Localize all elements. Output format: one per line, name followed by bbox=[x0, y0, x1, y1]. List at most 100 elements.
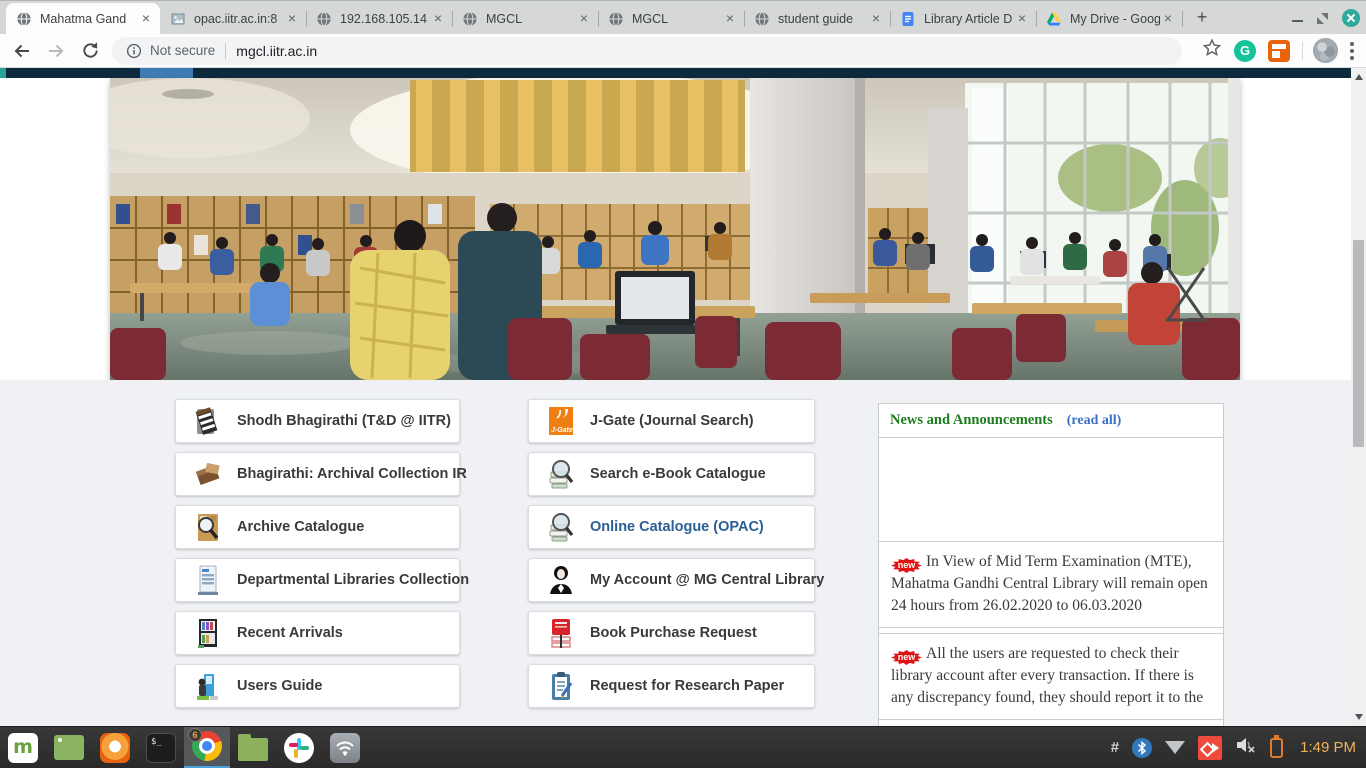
svg-text:J-Gate: J-Gate bbox=[551, 427, 573, 434]
news-read-all-link[interactable]: (read all) bbox=[1067, 413, 1122, 429]
tab-close-icon[interactable] bbox=[1014, 11, 1030, 27]
file-manager-launcher[interactable] bbox=[230, 727, 276, 768]
window-maximize-button[interactable] bbox=[1317, 13, 1328, 24]
link-shodh-bhagirathi[interactable]: Shodh Bhagirathi (T&D @ IITR) bbox=[175, 399, 460, 443]
news-marquee-gap bbox=[879, 438, 1223, 541]
window-controls bbox=[1292, 1, 1360, 35]
terminal-icon: $_ bbox=[146, 733, 176, 763]
tab-student-guide[interactable]: student guide bbox=[744, 3, 890, 34]
tab-close-icon[interactable] bbox=[722, 11, 738, 27]
tab-opac[interactable]: opac.iitr.ac.in:8 bbox=[160, 3, 306, 34]
tab-mgcl-home[interactable]: Mahatma Gand bbox=[6, 3, 160, 34]
url-text: mgcl.iitr.ac.in bbox=[236, 43, 317, 59]
quicklink-label: My Account @ MG Central Library bbox=[590, 572, 824, 588]
link-recent-arrivals[interactable]: Recent Arrivals bbox=[175, 611, 460, 655]
folder-icon bbox=[238, 738, 268, 761]
anydesk-icon[interactable] bbox=[1198, 736, 1222, 760]
quicklink-label: Shodh Bhagirathi (T&D @ IITR) bbox=[237, 413, 451, 429]
window-close-button[interactable] bbox=[1342, 9, 1360, 27]
quicklinks-right-column: J-Gate J-Gate (Journal Search) Search e-… bbox=[528, 399, 815, 717]
tab-library-article[interactable]: Library Article D bbox=[890, 3, 1036, 34]
globe-icon bbox=[16, 11, 32, 27]
department-library-icon bbox=[194, 564, 222, 596]
wifi-icon bbox=[330, 733, 360, 763]
back-button[interactable] bbox=[10, 39, 34, 63]
tab-close-icon[interactable] bbox=[284, 11, 300, 27]
forward-button[interactable] bbox=[44, 39, 68, 63]
window-minimize-button[interactable] bbox=[1292, 20, 1303, 22]
battery-icon[interactable] bbox=[1270, 738, 1283, 758]
firefox-launcher[interactable] bbox=[92, 727, 138, 768]
globe-icon bbox=[754, 11, 770, 27]
scrollbar-up-arrow[interactable] bbox=[1351, 70, 1366, 84]
chrome-taskbar-button[interactable]: 6 bbox=[184, 727, 230, 768]
tab-close-icon[interactable] bbox=[430, 11, 446, 27]
link-bhagirathi-archival[interactable]: Bhagirathi: Archival Collection IR bbox=[175, 452, 460, 496]
scrollbar-down-arrow[interactable] bbox=[1351, 710, 1366, 724]
globe-icon bbox=[462, 11, 478, 27]
book-search-icon bbox=[547, 511, 575, 543]
tab-close-icon[interactable] bbox=[1160, 11, 1176, 27]
quicklinks-left-column: Shodh Bhagirathi (T&D @ IITR) Bhagirathi… bbox=[175, 399, 460, 717]
terminal-launcher[interactable]: $_ bbox=[138, 727, 184, 768]
tab-mgcl-1[interactable]: MGCL bbox=[452, 3, 598, 34]
network-signal-icon[interactable] bbox=[1165, 741, 1185, 754]
slack-tray-icon[interactable] bbox=[1111, 739, 1119, 756]
tab-my-drive[interactable]: My Drive - Goog bbox=[1036, 3, 1182, 34]
slack-icon bbox=[284, 733, 314, 763]
browser-menu-button[interactable] bbox=[1350, 42, 1354, 60]
bookmark-star-button[interactable] bbox=[1202, 38, 1222, 63]
tab-title: opac.iitr.ac.in:8 bbox=[194, 12, 284, 26]
refresh-button[interactable] bbox=[78, 39, 102, 63]
news-item: newAll the users are requested to check … bbox=[879, 633, 1223, 720]
grammarly-extension-icon[interactable] bbox=[1234, 40, 1256, 62]
scrollbar-thumb[interactable] bbox=[1353, 240, 1364, 447]
tab-mgcl-2[interactable]: MGCL bbox=[598, 3, 744, 34]
navbar-teal-segment bbox=[0, 68, 6, 78]
security-label: Not secure bbox=[150, 43, 215, 58]
browser-extension-icon[interactable] bbox=[1268, 40, 1290, 62]
tab-ip-address[interactable]: 192.168.105.14 bbox=[306, 3, 452, 34]
tab-close-icon[interactable] bbox=[138, 11, 154, 27]
link-users-guide[interactable]: Users Guide bbox=[175, 664, 460, 708]
browser-toolbar: Not secure mgcl.iitr.ac.in bbox=[0, 34, 1366, 68]
volume-muted-icon[interactable] bbox=[1235, 736, 1257, 759]
mint-logo-icon bbox=[8, 733, 38, 763]
guide-kiosk-icon bbox=[194, 670, 222, 702]
link-departmental-libraries[interactable]: Departmental Libraries Collection bbox=[175, 558, 460, 602]
new-tab-button[interactable]: + bbox=[1188, 5, 1216, 31]
drive-icon bbox=[1046, 11, 1062, 27]
page-scrollbar[interactable] bbox=[1351, 68, 1366, 726]
link-my-account[interactable]: My Account @ MG Central Library bbox=[528, 558, 815, 602]
link-research-paper-request[interactable]: Request for Research Paper bbox=[528, 664, 815, 708]
refresh-icon bbox=[81, 41, 100, 60]
link-archive-catalogue[interactable]: Archive Catalogue bbox=[175, 505, 460, 549]
book-search-icon bbox=[547, 458, 575, 490]
bluetooth-icon[interactable] bbox=[1132, 738, 1152, 758]
news-panel-header: News and Announcements (read all) bbox=[879, 404, 1223, 438]
link-book-purchase[interactable]: Book Purchase Request bbox=[528, 611, 815, 655]
news-item-text: In View of Mid Term Examination (MTE), M… bbox=[891, 553, 1208, 614]
news-title: News and Announcements bbox=[890, 412, 1053, 429]
tab-close-icon[interactable] bbox=[868, 11, 884, 27]
link-jgate[interactable]: J-Gate J-Gate (Journal Search) bbox=[528, 399, 815, 443]
wifi-settings-launcher[interactable] bbox=[322, 727, 368, 768]
page-content: Shodh Bhagirathi (T&D @ IITR) Bhagirathi… bbox=[0, 380, 1351, 726]
news-item-text: All the users are requested to check the… bbox=[891, 645, 1203, 706]
show-desktop-button[interactable] bbox=[46, 727, 92, 768]
link-opac[interactable]: Online Catalogue (OPAC) bbox=[528, 505, 815, 549]
link-ebook-catalogue[interactable]: Search e-Book Catalogue bbox=[528, 452, 815, 496]
forward-arrow-icon bbox=[46, 41, 66, 61]
image-icon bbox=[170, 11, 186, 27]
slack-launcher[interactable] bbox=[276, 727, 322, 768]
quicklink-label: Recent Arrivals bbox=[237, 625, 343, 641]
tab-title: MGCL bbox=[632, 12, 722, 26]
address-bar[interactable]: Not secure mgcl.iitr.ac.in bbox=[112, 37, 1182, 65]
mint-menu-button[interactable] bbox=[0, 727, 46, 768]
tab-close-icon[interactable] bbox=[576, 11, 592, 27]
globe-icon bbox=[316, 11, 332, 27]
profile-avatar[interactable] bbox=[1313, 38, 1338, 63]
quicklink-label: Request for Research Paper bbox=[590, 678, 784, 694]
omnibox-divider bbox=[225, 43, 226, 59]
taskbar-clock[interactable]: 1:49 PM bbox=[1300, 739, 1356, 756]
